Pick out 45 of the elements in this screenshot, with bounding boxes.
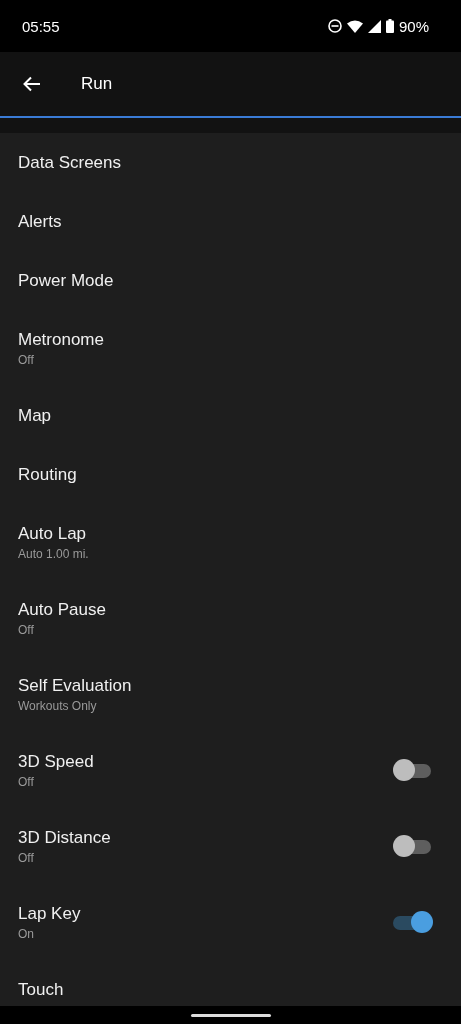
- settings-item[interactable]: Power Mode: [0, 251, 461, 310]
- settings-item[interactable]: Routing: [0, 445, 461, 504]
- toolbar-title: Run: [81, 74, 113, 94]
- item-title: Touch: [18, 979, 64, 1000]
- settings-item[interactable]: Auto Lap Auto 1.00 mi.: [0, 504, 461, 580]
- settings-item[interactable]: Touch: [0, 960, 461, 1006]
- settings-item[interactable]: Alerts: [0, 192, 461, 251]
- settings-item[interactable]: Data Screens: [0, 133, 461, 192]
- item-title: 3D Speed: [18, 751, 94, 772]
- settings-item[interactable]: Metronome Off: [0, 310, 461, 386]
- item-title: Map: [18, 405, 52, 426]
- settings-item[interactable]: Self Evaluation Workouts Only: [0, 656, 461, 732]
- settings-item[interactable]: 3D Speed Off: [0, 732, 461, 808]
- settings-item[interactable]: 3D Distance Off: [0, 808, 461, 884]
- item-title: Lap Key: [18, 903, 81, 924]
- item-title: Power Mode: [18, 270, 114, 291]
- settings-item[interactable]: Map: [0, 386, 461, 445]
- toggle-switch[interactable]: [393, 758, 431, 782]
- wifi-icon: [346, 19, 363, 33]
- settings-item[interactable]: Auto Pause Off: [0, 580, 461, 656]
- item-subtitle: Off: [18, 352, 35, 367]
- item-subtitle: Off: [18, 850, 35, 865]
- item-title: Alerts: [18, 211, 62, 232]
- item-subtitle: Workouts Only: [18, 698, 98, 713]
- item-title: Metronome: [18, 329, 104, 350]
- toggle-switch[interactable]: [393, 910, 431, 934]
- battery-icon: [385, 19, 394, 33]
- item-title: Auto Lap: [18, 523, 88, 544]
- item-subtitle: Auto 1.00 mi.: [18, 546, 89, 561]
- item-title: Self Evaluation: [18, 675, 132, 696]
- status-time: 05:55: [22, 17, 60, 35]
- signal-icon: [367, 19, 381, 33]
- item-title: 3D Distance: [18, 827, 111, 848]
- do-not-disturb-icon: [327, 19, 342, 33]
- back-arrow-icon[interactable]: [23, 76, 41, 92]
- item-title: Auto Pause: [18, 599, 106, 620]
- item-subtitle: Off: [18, 774, 35, 789]
- toggle-switch[interactable]: [393, 834, 431, 858]
- settings-item[interactable]: Lap Key On: [0, 884, 461, 960]
- item-title: Data Screens: [18, 152, 121, 173]
- item-subtitle: On: [18, 926, 35, 941]
- home-handle[interactable]: [190, 1013, 271, 1017]
- item-subtitle: Off: [18, 622, 35, 637]
- battery-percent: 90%: [398, 17, 429, 35]
- item-title: Routing: [18, 464, 77, 485]
